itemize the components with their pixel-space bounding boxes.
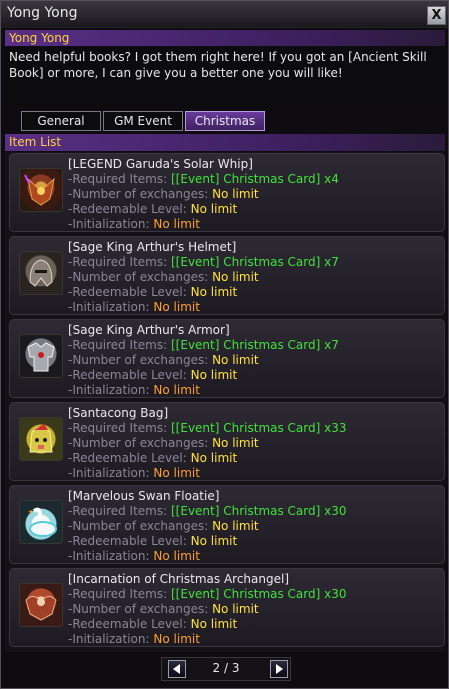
required-items-value: [[Event] Christmas Card] x4 bbox=[171, 172, 339, 186]
required-items-value: [[Event] Christmas Card] x7 bbox=[171, 255, 339, 269]
prev-page-button[interactable] bbox=[168, 660, 186, 678]
item-details: [Sage King Arthur's Helmet] -Required It… bbox=[68, 240, 339, 315]
list-item[interactable]: [Sage King Arthur's Helmet] -Required It… bbox=[9, 236, 445, 315]
required-items-label: -Required Items: bbox=[68, 421, 168, 435]
level-label: -Redeemable Level: bbox=[68, 451, 187, 465]
level-label: -Redeemable Level: bbox=[68, 617, 187, 631]
level-value: No limit bbox=[190, 451, 238, 465]
initialization-label: -Initialization: bbox=[68, 217, 150, 231]
santa-bag-icon bbox=[19, 417, 63, 461]
window-title: Yong Yong bbox=[7, 5, 78, 21]
list-item[interactable]: [Sage King Arthur's Armor] -Required Ite… bbox=[9, 319, 445, 398]
initialization-label: -Initialization: bbox=[68, 632, 150, 646]
item-details: [Incarnation of Christmas Archangel] -Re… bbox=[68, 572, 347, 647]
level-value: No limit bbox=[190, 368, 238, 382]
tab-christmas[interactable]: Christmas bbox=[185, 111, 265, 131]
level-label: -Redeemable Level: bbox=[68, 368, 187, 382]
exchanges-label: -Number of exchanges: bbox=[68, 519, 209, 533]
page-indicator: 2 / 3 bbox=[212, 661, 240, 675]
exchanges-value: No limit bbox=[212, 353, 259, 367]
swan-floatie-icon bbox=[19, 500, 63, 544]
item-name: [Sage King Arthur's Armor] bbox=[68, 323, 230, 337]
item-name: [LEGEND Garuda's Solar Whip] bbox=[68, 157, 253, 171]
exchanges-value: No limit bbox=[212, 519, 259, 533]
exchanges-value: No limit bbox=[212, 602, 259, 616]
npc-name: Yong Yong bbox=[5, 30, 445, 46]
initialization-label: -Initialization: bbox=[68, 549, 150, 563]
item-details: [Marvelous Swan Floatie] -Required Items… bbox=[68, 489, 347, 564]
initialization-value: No limit bbox=[153, 300, 200, 314]
close-button[interactable]: X bbox=[427, 6, 446, 25]
tab-gm-event[interactable]: GM Event bbox=[103, 111, 183, 131]
item-name: [Marvelous Swan Floatie] bbox=[68, 489, 220, 503]
required-items-label: -Required Items: bbox=[68, 172, 168, 186]
exchanges-value: No limit bbox=[212, 270, 259, 284]
list-item[interactable]: [Santacong Bag] -Required Items: [[Event… bbox=[9, 402, 445, 481]
initialization-value: No limit bbox=[153, 632, 200, 646]
arrow-right-icon bbox=[276, 664, 283, 674]
required-items-label: -Required Items: bbox=[68, 504, 168, 518]
list-item[interactable]: [Marvelous Swan Floatie] -Required Items… bbox=[9, 485, 445, 564]
required-items-value: [[Event] Christmas Card] x7 bbox=[171, 338, 339, 352]
next-page-button[interactable] bbox=[270, 660, 288, 678]
initialization-value: No limit bbox=[153, 466, 200, 480]
item-list-header: Item List bbox=[5, 134, 445, 151]
level-label: -Redeemable Level: bbox=[68, 202, 187, 216]
item-details: [LEGEND Garuda's Solar Whip] -Required I… bbox=[68, 157, 339, 232]
exchanges-value: No limit bbox=[212, 187, 259, 201]
initialization-value: No limit bbox=[153, 217, 200, 231]
level-value: No limit bbox=[190, 202, 238, 216]
exchanges-label: -Number of exchanges: bbox=[68, 270, 209, 284]
required-items-value: [[Event] Christmas Card] x33 bbox=[171, 421, 347, 435]
exchanges-label: -Number of exchanges: bbox=[68, 602, 209, 616]
archangel-icon bbox=[19, 583, 63, 627]
tab-bar: General GM Event Christmas bbox=[1, 111, 448, 131]
list-item[interactable]: [Incarnation of Christmas Archangel] -Re… bbox=[9, 568, 445, 647]
required-items-value: [[Event] Christmas Card] x30 bbox=[171, 587, 347, 601]
armor-icon bbox=[19, 334, 63, 378]
item-list: [LEGEND Garuda's Solar Whip] -Required I… bbox=[5, 152, 445, 652]
npc-dialog-text: Need helpful books? I got them right her… bbox=[5, 47, 445, 107]
level-value: No limit bbox=[190, 534, 238, 548]
required-items-label: -Required Items: bbox=[68, 255, 168, 269]
pagination: 2 / 3 bbox=[161, 657, 291, 681]
item-details: [Sage King Arthur's Armor] -Required Ite… bbox=[68, 323, 339, 398]
item-details: [Santacong Bag] -Required Items: [[Event… bbox=[68, 406, 347, 481]
item-name: [Santacong Bag] bbox=[68, 406, 169, 420]
tab-general[interactable]: General bbox=[21, 111, 101, 131]
level-label: -Redeemable Level: bbox=[68, 285, 187, 299]
exchanges-label: -Number of exchanges: bbox=[68, 353, 209, 367]
list-item[interactable]: [LEGEND Garuda's Solar Whip] -Required I… bbox=[9, 153, 445, 232]
level-value: No limit bbox=[190, 285, 238, 299]
npc-shop-window: Yong Yong X Yong Yong Need helpful books… bbox=[0, 0, 449, 689]
initialization-label: -Initialization: bbox=[68, 300, 150, 314]
exchanges-label: -Number of exchanges: bbox=[68, 187, 209, 201]
solar-whip-icon bbox=[19, 168, 63, 212]
helmet-icon bbox=[19, 251, 63, 295]
initialization-value: No limit bbox=[153, 383, 200, 397]
required-items-label: -Required Items: bbox=[68, 587, 168, 601]
initialization-label: -Initialization: bbox=[68, 466, 150, 480]
item-name: [Incarnation of Christmas Archangel] bbox=[68, 572, 290, 586]
initialization-value: No limit bbox=[153, 549, 200, 563]
required-items-value: [[Event] Christmas Card] x30 bbox=[171, 504, 347, 518]
initialization-label: -Initialization: bbox=[68, 383, 150, 397]
arrow-left-icon bbox=[173, 664, 180, 674]
level-value: No limit bbox=[190, 617, 238, 631]
required-items-label: -Required Items: bbox=[68, 338, 168, 352]
level-label: -Redeemable Level: bbox=[68, 534, 187, 548]
item-name: [Sage King Arthur's Helmet] bbox=[68, 240, 237, 254]
exchanges-label: -Number of exchanges: bbox=[68, 436, 209, 450]
title-bar[interactable]: Yong Yong X bbox=[1, 1, 448, 28]
exchanges-value: No limit bbox=[212, 436, 259, 450]
